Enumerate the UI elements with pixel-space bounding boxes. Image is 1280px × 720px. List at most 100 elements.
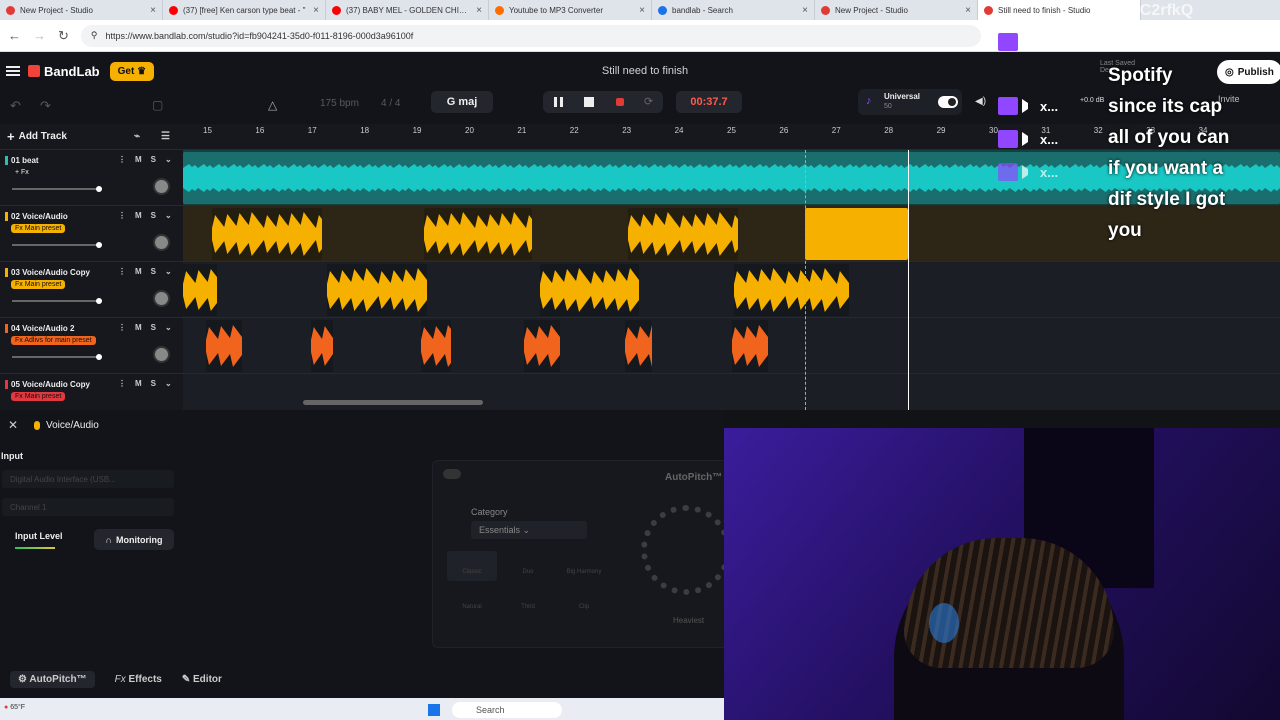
mute-button[interactable]: M xyxy=(135,379,142,388)
audio-clip[interactable] xyxy=(628,208,738,260)
track-lane[interactable] xyxy=(183,318,1280,374)
pan-knob[interactable] xyxy=(153,346,170,363)
track-header[interactable]: 03 Voice/Audio Copy ⋮ M S ⌄ Fx Main preset xyxy=(0,262,183,318)
audio-clip[interactable] xyxy=(540,264,639,316)
track-name[interactable]: 01 beat xyxy=(5,156,39,165)
fx-preset-badge[interactable]: Fx Main preset xyxy=(11,280,66,289)
monitoring-button[interactable]: ∩ Monitoring xyxy=(94,529,174,550)
fx-preset-badge[interactable]: + Fx xyxy=(11,168,33,177)
more-icon[interactable]: ⋮ xyxy=(118,211,126,220)
universal-tuner[interactable]: ♪ Universal 50 xyxy=(858,89,962,115)
speaker-icon[interactable]: ◀) xyxy=(975,96,986,107)
back-icon[interactable]: ← xyxy=(8,28,21,43)
time-signature[interactable]: 4 / 4 xyxy=(381,98,400,109)
tab-effects[interactable]: Fx Effects xyxy=(115,674,162,685)
track-name[interactable]: 04 Voice/Audio 2 xyxy=(5,324,74,333)
reload-icon[interactable]: ↻ xyxy=(58,28,69,44)
browser-tab[interactable]: Youtube to MP3 Converter × xyxy=(489,0,652,20)
horizontal-scrollbar[interactable] xyxy=(303,400,483,405)
solo-button[interactable]: S xyxy=(151,323,156,332)
mute-button[interactable]: M xyxy=(135,267,142,276)
chevron-down-icon[interactable]: ⌄ xyxy=(165,211,172,220)
playhead[interactable] xyxy=(908,150,909,410)
track-name[interactable]: 05 Voice/Audio Copy xyxy=(5,380,90,389)
chevron-down-icon[interactable]: ⌄ xyxy=(165,155,172,164)
solo-button[interactable]: S xyxy=(151,267,156,276)
option-duo[interactable]: Duo xyxy=(503,551,553,581)
close-icon[interactable]: × xyxy=(639,5,645,16)
option-big-harmony[interactable]: Big Harmony xyxy=(559,551,609,581)
redo-icon[interactable]: ↷ xyxy=(40,98,51,114)
solo-button[interactable]: S xyxy=(151,379,156,388)
snap-icon[interactable]: ▢ xyxy=(152,98,163,112)
audio-clip[interactable] xyxy=(327,264,427,316)
chevron-down-icon[interactable]: ⌄ xyxy=(165,323,172,332)
audio-clip[interactable] xyxy=(206,320,242,372)
fx-preset-badge[interactable]: Fx Adlivs for main preset xyxy=(11,336,96,345)
mute-button[interactable]: M xyxy=(135,323,142,332)
tab-editor[interactable]: ✎ Editor xyxy=(182,674,222,685)
more-icon[interactable]: ⋮ xyxy=(118,155,126,164)
autopitch-dial[interactable] xyxy=(641,505,731,595)
audio-clip[interactable] xyxy=(311,320,333,372)
site-info-icon[interactable]: ⚲ xyxy=(91,30,98,41)
pan-knob[interactable] xyxy=(153,178,170,195)
universal-toggle[interactable] xyxy=(938,96,958,108)
more-icon[interactable]: ⋮ xyxy=(118,379,126,388)
option-third[interactable]: Third xyxy=(503,586,553,616)
input-device-select[interactable]: Digital Audio Interface (USB... xyxy=(2,470,174,488)
tab-autopitch[interactable]: ⚙ AutoPitch™ xyxy=(10,670,95,688)
tempo-value[interactable]: 175 bpm xyxy=(320,98,359,109)
solo-button[interactable]: S xyxy=(151,155,156,164)
tracks-settings-icon[interactable]: ☰ xyxy=(161,131,170,142)
close-icon[interactable]: × xyxy=(150,5,156,16)
key-button[interactable]: G maj xyxy=(431,91,493,113)
track-name[interactable]: 02 Voice/Audio xyxy=(5,212,68,221)
stop-button[interactable] xyxy=(584,97,594,107)
windows-start-icon[interactable] xyxy=(428,704,440,716)
track-header[interactable]: 04 Voice/Audio 2 ⋮ M S ⌄ Fx Adlivs for main p… xyxy=(0,318,183,374)
add-track-button[interactable]: + Add Track ⌁ ☰ xyxy=(0,124,183,150)
audio-clip[interactable] xyxy=(421,320,451,372)
fx-preset-badge[interactable]: Fx Main preset xyxy=(11,392,66,401)
bandlab-logo[interactable]: BandLab xyxy=(28,64,100,79)
pan-knob[interactable] xyxy=(153,290,170,307)
category-select[interactable]: Essentials ⌄ xyxy=(471,521,587,539)
audio-clip[interactable] xyxy=(732,320,768,372)
browser-tab[interactable]: New Project - Studio × xyxy=(815,0,978,20)
metronome-icon[interactable]: △ xyxy=(268,98,277,112)
audio-clip[interactable] xyxy=(424,208,532,260)
close-icon[interactable]: × xyxy=(802,5,808,16)
track-name[interactable]: 03 Voice/Audio Copy xyxy=(5,268,90,277)
loop-icon[interactable]: ⟳ xyxy=(644,95,653,108)
pan-knob[interactable] xyxy=(153,234,170,251)
close-icon[interactable]: ✕ xyxy=(8,418,18,432)
volume-slider[interactable] xyxy=(12,242,102,248)
close-icon[interactable]: × xyxy=(313,5,319,16)
taskbar-search[interactable]: Search xyxy=(452,702,562,718)
volume-slider[interactable] xyxy=(12,354,102,360)
more-icon[interactable]: ⋮ xyxy=(118,267,126,276)
option-classic[interactable]: Classic xyxy=(447,551,497,581)
project-title[interactable]: Still need to finish xyxy=(560,65,730,77)
close-icon[interactable]: × xyxy=(965,5,971,16)
url-field[interactable]: ⚲ https://www.bandlab.com/studio?id=fb904… xyxy=(80,24,981,47)
track-header[interactable]: 01 beat ⋮ M S ⌄ + Fx xyxy=(0,150,183,206)
chevron-down-icon[interactable]: ⌄ xyxy=(165,267,172,276)
mute-button[interactable]: M xyxy=(135,211,142,220)
weather-widget[interactable]: ● 65°F xyxy=(4,704,25,711)
record-button[interactable] xyxy=(616,98,624,106)
audio-clip[interactable] xyxy=(805,208,908,260)
mute-button[interactable]: M xyxy=(135,155,142,164)
menu-icon[interactable] xyxy=(6,66,20,76)
audio-clip[interactable] xyxy=(212,208,322,260)
wand-icon[interactable]: ⌁ xyxy=(134,131,140,142)
audio-clip[interactable] xyxy=(625,320,652,372)
close-icon[interactable]: × xyxy=(476,5,482,16)
audio-clip[interactable] xyxy=(734,264,849,316)
input-channel-select[interactable]: Channel 1 xyxy=(2,498,174,516)
volume-slider[interactable] xyxy=(12,186,102,192)
solo-button[interactable]: S xyxy=(151,211,156,220)
browser-tab[interactable]: (37) BABY MEL - GOLDEN CHILD (× xyxy=(326,0,489,20)
pause-button[interactable] xyxy=(554,97,563,107)
